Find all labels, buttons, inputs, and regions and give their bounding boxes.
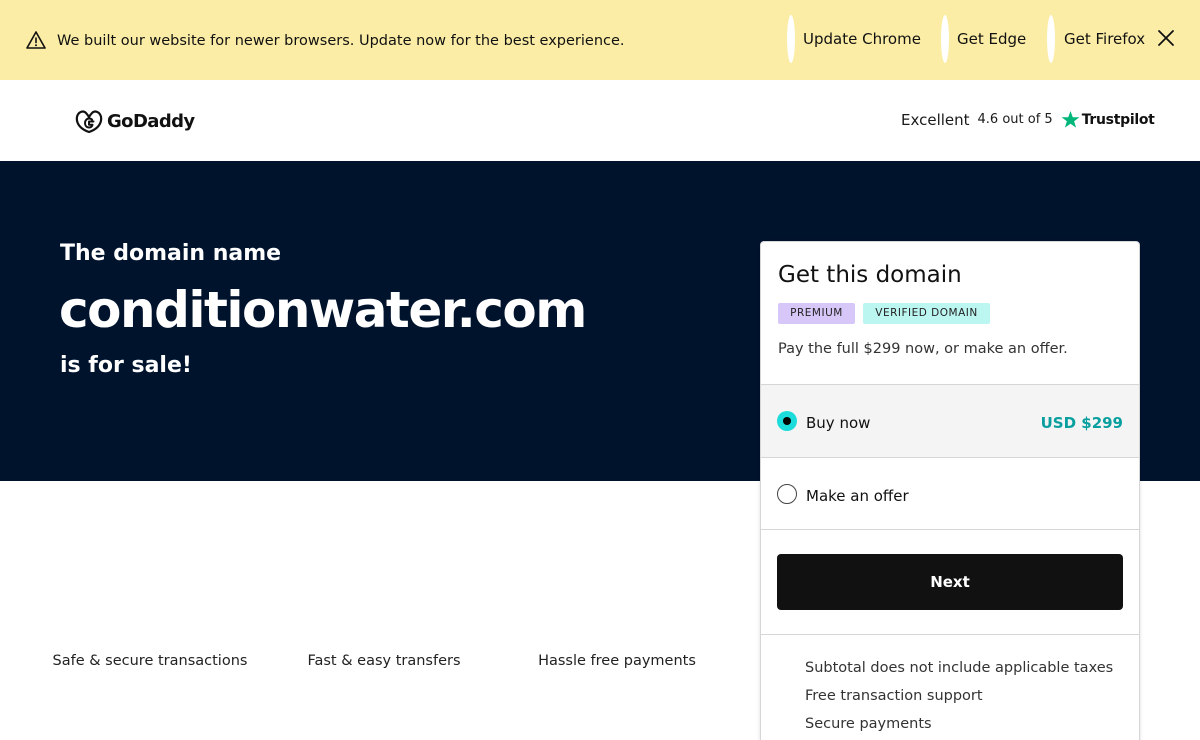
banner-message: We built our website for newer browsers.…	[57, 33, 625, 49]
godaddy-logo[interactable]: GoDaddy	[75, 107, 195, 135]
make-offer-radio[interactable]	[777, 484, 797, 504]
browser-update-banner: We built our website for newer browsers.…	[0, 0, 1200, 80]
note-taxes: Subtotal does not include applicable tax…	[805, 660, 1114, 676]
trustpilot-rating[interactable]: Excellent 4.6 out of 5 Trustpilot	[901, 110, 1155, 129]
site-header: GoDaddy Excellent 4.6 out of 5 Trustpilo…	[0, 80, 1200, 161]
note-transaction-support: Free transaction support	[805, 688, 983, 704]
warning-triangle-icon	[26, 31, 46, 49]
trustpilot-rating-word: Excellent	[901, 110, 970, 129]
domain-name-heading: conditionwater.com	[59, 281, 587, 339]
close-icon[interactable]	[1156, 28, 1176, 48]
update-chrome-link[interactable]: Update Chrome	[803, 30, 921, 48]
make-offer-label: Make an offer	[806, 487, 909, 505]
banner-separator	[941, 15, 949, 63]
next-button[interactable]: Next	[777, 554, 1123, 610]
get-edge-link[interactable]: Get Edge	[957, 30, 1026, 48]
banner-separator	[787, 15, 795, 63]
hero-subtitle: is for sale!	[60, 353, 192, 378]
feature-fast-transfers: Fast & easy transfers	[307, 653, 461, 669]
note-secure-payments: Secure payments	[805, 716, 932, 732]
buy-now-option[interactable]: Buy now USD $299	[761, 384, 1139, 457]
trustpilot-score: 4.6 out of 5	[977, 112, 1053, 127]
get-firefox-link[interactable]: Get Firefox	[1064, 30, 1145, 48]
card-divider	[761, 634, 1139, 635]
card-title: Get this domain	[778, 262, 962, 288]
purchase-card: Get this domain PREMIUM VERIFIED DOMAIN …	[760, 241, 1140, 740]
feature-safe-secure: Safe & secure transactions	[52, 653, 248, 669]
godaddy-logo-icon	[75, 110, 103, 134]
premium-badge: PREMIUM	[778, 303, 855, 324]
star-icon	[1061, 110, 1080, 128]
buy-now-label: Buy now	[806, 414, 871, 432]
trustpilot-brand: Trustpilot	[1081, 111, 1155, 128]
banner-separator	[1047, 15, 1055, 63]
feature-hassle-free: Hassle free payments	[538, 653, 696, 669]
buy-now-radio[interactable]	[777, 411, 797, 431]
card-description: Pay the full $299 now, or make an offer.	[778, 341, 1068, 357]
make-offer-option[interactable]: Make an offer	[761, 457, 1139, 530]
hero-pretitle: The domain name	[60, 241, 282, 266]
verified-domain-badge: VERIFIED DOMAIN	[863, 303, 990, 324]
buy-now-price: USD $299	[1040, 414, 1123, 432]
brand-name: GoDaddy	[107, 110, 195, 132]
